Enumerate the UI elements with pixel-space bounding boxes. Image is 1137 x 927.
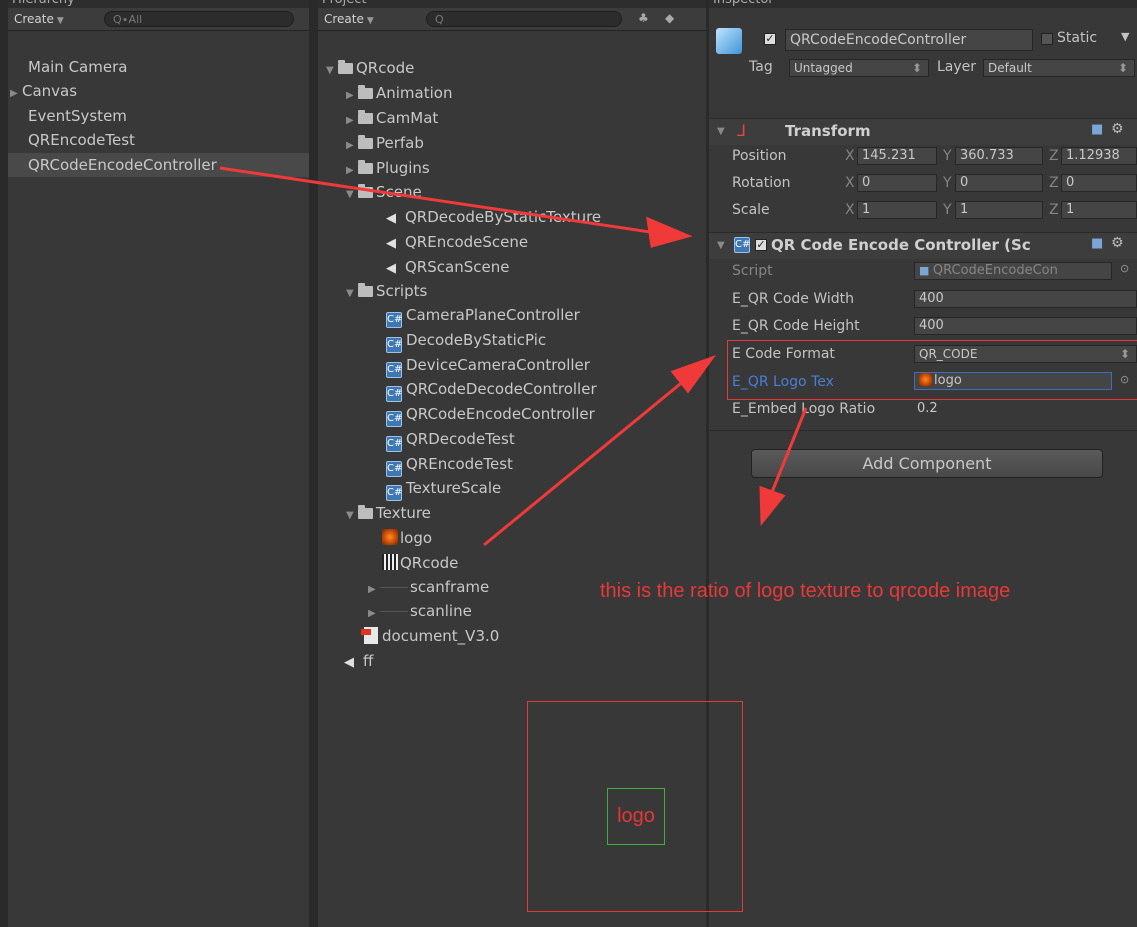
arrow-head [759,485,786,527]
arrow-ratio-to-note [770,407,808,493]
arrow-hierarchy-to-inspector [219,166,651,234]
logo-texture-box: logo [607,788,665,845]
annotation-note: this is the ratio of logo texture to qrc… [600,580,1011,602]
arrow-head [646,216,693,248]
arrow-logo-to-field [483,378,686,547]
